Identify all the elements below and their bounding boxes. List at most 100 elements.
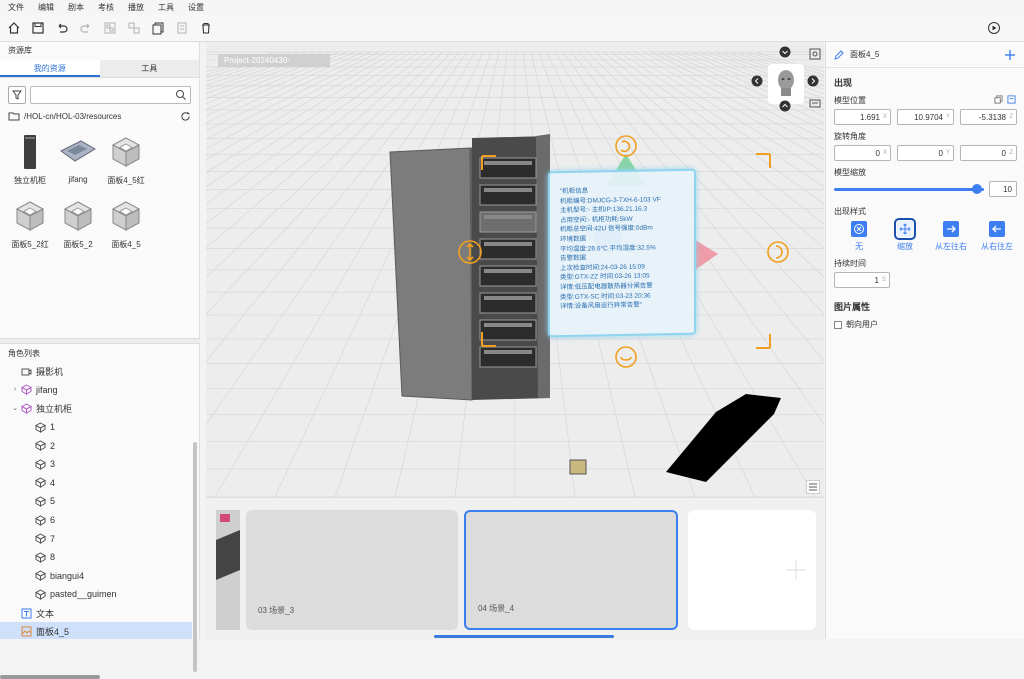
search-icon[interactable] — [175, 89, 187, 101]
style-option[interactable]: 无 — [836, 221, 882, 252]
undo-button[interactable] — [54, 20, 70, 36]
tree-node[interactable]: 2 — [0, 436, 192, 455]
input-value: 10.9704 — [914, 112, 943, 122]
tree-node[interactable]: 面板4_5 — [0, 622, 192, 639]
duration-input[interactable]: 1 S — [834, 272, 890, 288]
filmstrip-scrollbar[interactable] — [434, 635, 614, 638]
face-user-row: 朝向用户 — [826, 319, 1024, 330]
tree-node[interactable]: 摄影机 — [0, 362, 192, 381]
play-button[interactable] — [986, 20, 1002, 36]
home-icon — [8, 21, 20, 34]
save-button[interactable] — [30, 20, 46, 36]
style-option[interactable]: 从右往左 — [974, 221, 1020, 252]
scale-value-input[interactable]: 10 — [989, 181, 1017, 197]
tree-node[interactable]: 6 — [0, 511, 192, 530]
rotation-x-input[interactable]: 0X — [834, 145, 891, 161]
cube-icon — [34, 477, 46, 489]
search-input[interactable] — [31, 87, 181, 103]
position-x-input[interactable]: 1.691 X — [834, 109, 891, 125]
tab-tools[interactable]: 工具 — [99, 60, 199, 77]
tree-node[interactable]: 8 — [0, 548, 192, 567]
tree-node-label: 6 — [50, 515, 56, 526]
tree-node-label: 5 — [50, 496, 56, 507]
asset-item[interactable]: 独立机柜 — [6, 132, 54, 196]
menu-item[interactable]: 工具 — [158, 2, 174, 13]
scene-preview — [216, 510, 240, 630]
add-scene-card[interactable] — [688, 510, 816, 630]
menu-item[interactable]: 设置 — [188, 2, 204, 13]
info-card[interactable]: "机柜信息 机柜编号:DMJCG-3-TXH-6-103 VF 主机型号:- 主机I… — [548, 168, 696, 338]
list-view-button[interactable] — [806, 480, 820, 494]
scene-thumb-partial[interactable] — [216, 510, 240, 630]
delete-button[interactable] — [198, 20, 214, 36]
redo-button[interactable] — [78, 20, 94, 36]
tree-scrollbar[interactable] — [193, 442, 197, 672]
group-button[interactable] — [102, 20, 118, 36]
menu-item[interactable]: 编辑 — [38, 2, 54, 13]
edit-icon[interactable] — [834, 49, 844, 60]
fullscreen-button[interactable] — [809, 48, 821, 60]
copy-button[interactable] — [150, 20, 166, 36]
paste-button[interactable] — [174, 20, 190, 36]
cube-icon — [34, 570, 46, 582]
scene-card-3[interactable]: 03 场景_3 — [246, 510, 458, 630]
position-y-input[interactable]: 10.9704 Y — [897, 109, 954, 125]
3d-viewport[interactable]: Project-20240430- "机柜信息 机柜编号:DMJCG-3-TXH-… — [206, 42, 824, 497]
scale-slider[interactable] — [834, 182, 984, 196]
tree-node[interactable]: › jifang — [0, 381, 192, 400]
screen-button[interactable] — [809, 98, 821, 110]
style-option[interactable]: 缩放 — [882, 218, 928, 252]
rotation-y-input[interactable]: 0Y — [897, 145, 954, 161]
tree-node[interactable]: ⌄ 独立机柜 — [0, 399, 192, 418]
tree-expand-arrow[interactable]: › — [10, 386, 20, 393]
scale-slider-knob[interactable] — [972, 184, 982, 194]
tree-node[interactable]: 1 — [0, 418, 192, 437]
input-value: 0 — [1001, 148, 1006, 158]
asset-thumb — [58, 196, 98, 236]
asset-item[interactable]: 面板5_2 — [54, 196, 102, 260]
tab-my-resources[interactable]: 我的资源 — [0, 60, 100, 77]
tree-h-scrollbar[interactable] — [0, 675, 100, 679]
asset-item[interactable]: 面板4_5 — [102, 196, 150, 260]
tree-node[interactable]: 3 — [0, 455, 192, 474]
rotation-z-input[interactable]: 0Z — [960, 145, 1017, 161]
asset-thumb — [106, 132, 146, 172]
home-button[interactable] — [6, 20, 22, 36]
position-z-input[interactable]: -5.3138 Z — [960, 109, 1017, 125]
asset-item[interactable]: 面板5_2红 — [6, 196, 54, 260]
tree-node-icon — [20, 384, 32, 396]
menu-item[interactable]: 考核 — [98, 2, 114, 13]
view-cube[interactable] — [768, 64, 804, 104]
view-left-button[interactable] — [751, 75, 763, 87]
input-value: 1.691 — [859, 112, 880, 122]
asset-item[interactable]: jifang — [54, 132, 102, 196]
cube-icon — [15, 201, 45, 231]
filter-button[interactable] — [8, 86, 26, 104]
view-down-button[interactable] — [779, 100, 791, 112]
tree-node[interactable]: 5 — [0, 492, 192, 511]
view-up-button[interactable] — [779, 46, 791, 58]
asset-item[interactable]: 面板4_5红 — [102, 132, 150, 196]
menu-item[interactable]: 文件 — [8, 2, 24, 13]
asset-grid: 独立机柜 jifang 面板4_5红 面板5_2红 面板5_2 面板4_5 — [0, 124, 199, 260]
ungroup-icon — [128, 22, 140, 33]
refresh-icon[interactable] — [180, 111, 191, 122]
tree-expand-arrow[interactable]: ⌄ — [10, 404, 20, 412]
style-option[interactable]: 从左往右 — [928, 221, 974, 252]
ungroup-button[interactable] — [126, 20, 142, 36]
tree-node[interactable]: 文本 — [0, 604, 192, 623]
paste-icon[interactable] — [1007, 95, 1016, 104]
tree-node[interactable]: 4 — [0, 474, 192, 493]
tree-node[interactable]: biangui4 — [0, 567, 192, 586]
add-icon[interactable] — [1004, 49, 1016, 61]
copy-icon[interactable] — [994, 95, 1003, 104]
menu-item[interactable]: 播放 — [128, 2, 144, 13]
view-right-button[interactable] — [807, 75, 819, 87]
tree-node[interactable]: pasted__guimen — [0, 585, 192, 604]
copy-icon — [152, 22, 164, 34]
panel-splitter[interactable] — [0, 338, 200, 344]
tree-node[interactable]: 7 — [0, 529, 192, 548]
face-user-checkbox[interactable] — [834, 320, 842, 329]
scene-card-4[interactable]: 04 场景_4 — [464, 510, 678, 630]
menu-item[interactable]: 剧本 — [68, 2, 84, 13]
